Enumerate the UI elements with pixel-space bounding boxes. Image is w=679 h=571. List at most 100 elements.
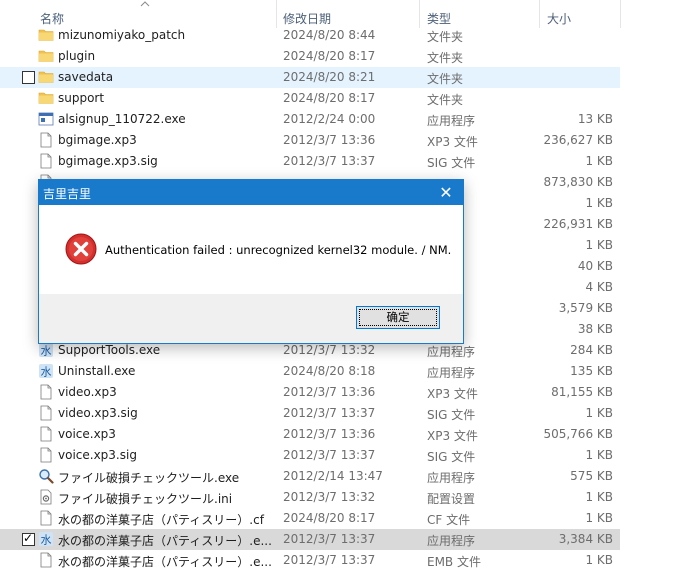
ok-button[interactable]: 确定	[356, 306, 440, 329]
file-row[interactable]: ファイル破損チェックツール.exe 2012/2/14 13:47 应用程序 575 …	[0, 466, 620, 487]
error-message: Authentication failed : unrecognized ker…	[105, 243, 452, 257]
file-size: 1 KB	[585, 238, 613, 252]
file-row[interactable]: voice.xp3 2012/3/7 13:36 XP3 文件 505,766 KB	[0, 424, 620, 445]
file-size: 1 KB	[585, 448, 613, 462]
file-icon	[38, 510, 54, 526]
file-size: 3,579 KB	[558, 301, 613, 315]
file-type: 文件夹	[427, 30, 464, 44]
file-type: CF 文件	[427, 513, 471, 527]
file-date: 2012/3/7 13:32	[283, 490, 376, 504]
file-type: 文件夹	[427, 51, 464, 65]
file-type: 应用程序	[427, 534, 476, 548]
file-row[interactable]: plugin 2024/8/20 8:17 文件夹	[0, 46, 620, 67]
file-icon	[38, 426, 54, 442]
file-type: 文件夹	[427, 93, 464, 107]
file-name: 水の都の洋菓子店（パティスリー）.e...	[58, 534, 272, 548]
file-type: XP3 文件	[427, 387, 478, 401]
file-name: plugin	[58, 49, 96, 63]
file-type: 应用程序	[427, 345, 476, 359]
folder-icon	[38, 48, 54, 64]
file-name: voice.xp3	[58, 427, 116, 441]
file-name: alsignup_110722.exe	[58, 112, 186, 126]
file-row[interactable]: savedata 2024/8/20 8:21 文件夹	[0, 67, 620, 88]
file-row[interactable]: 水の都の洋菓子店（パティスリー）.cf 2024/8/20 8:17 CF 文件 1 …	[0, 508, 620, 529]
file-icon	[38, 384, 54, 400]
file-name: SupportTools.exe	[58, 343, 161, 357]
file-type: XP3 文件	[427, 135, 478, 149]
file-row[interactable]: bgimage.xp3 2012/3/7 13:36 XP3 文件 236,627 K…	[0, 130, 620, 151]
file-row[interactable]: 水の都の洋菓子店（パティスリー）.e... 2012/3/7 13:37 EMB 文…	[0, 550, 620, 571]
file-name: Uninstall.exe	[58, 364, 136, 378]
folder-icon	[38, 69, 54, 85]
file-type: 应用程序	[427, 471, 476, 485]
file-icon	[38, 153, 54, 169]
error-icon	[65, 233, 97, 265]
file-name: bgimage.xp3.sig	[58, 154, 158, 168]
file-type: SIG 文件	[427, 450, 476, 464]
dialog-footer: 确定	[39, 294, 463, 343]
file-date: 2012/3/7 13:36	[283, 385, 376, 399]
column-header: 名称 修改日期 类型 大小	[0, 0, 679, 28]
file-row[interactable]: mizunomiyako_patch 2024/8/20 8:44 文件夹	[0, 25, 620, 46]
file-name: support	[58, 91, 105, 105]
file-date: 2012/3/7 13:32	[283, 343, 376, 357]
file-row[interactable]: bgimage.xp3.sig 2012/3/7 13:37 SIG 文件 1 KB	[0, 151, 620, 172]
file-name: 水の都の洋菓子店（パティスリー）.e...	[58, 555, 272, 569]
file-name: ファイル破損チェックツール.exe	[58, 471, 240, 485]
svg-text:水: 水	[41, 534, 52, 547]
file-date: 2012/3/7 13:37	[283, 448, 376, 462]
file-row[interactable]: support 2024/8/20 8:17 文件夹	[0, 88, 620, 109]
file-date: 2024/8/20 8:21	[283, 70, 376, 84]
row-checkbox[interactable]	[22, 531, 35, 546]
app-icon: 水	[38, 531, 54, 547]
file-type: EMB 文件	[427, 555, 481, 569]
file-row[interactable]: alsignup_110722.exe 2012/2/24 0:00 应用程序 13 …	[0, 109, 620, 130]
file-icon	[38, 132, 54, 148]
file-size: 1 KB	[585, 196, 613, 210]
file-size: 135 KB	[570, 364, 613, 378]
file-date: 2012/3/7 13:37	[283, 406, 376, 420]
svg-text:水: 水	[41, 366, 52, 379]
file-row[interactable]: video.xp3 2012/3/7 13:36 XP3 文件 81,155 KB	[0, 382, 620, 403]
file-size: 38 KB	[577, 322, 613, 336]
sort-ascending-icon	[140, 1, 150, 7]
settings-file-icon	[38, 489, 54, 505]
file-type: SIG 文件	[427, 408, 476, 422]
file-row[interactable]: 水水の都の洋菓子店（パティスリー）.e... 2012/3/7 13:37 应用程序…	[0, 529, 620, 550]
file-size: 3,384 KB	[558, 532, 613, 546]
file-size: 575 KB	[570, 469, 613, 483]
app-icon: 水	[38, 363, 54, 379]
file-icon	[38, 405, 54, 421]
close-icon[interactable]: ✕	[431, 180, 461, 205]
file-size: 284 KB	[570, 343, 613, 357]
file-row[interactable]: voice.xp3.sig 2012/3/7 13:37 SIG 文件 1 KB	[0, 445, 620, 466]
file-type: 文件夹	[427, 72, 464, 86]
file-type: 应用程序	[427, 114, 476, 128]
file-date: 2012/3/7 13:37	[283, 553, 376, 567]
file-date: 2024/8/20 8:17	[283, 511, 376, 525]
folder-icon	[38, 90, 54, 106]
file-size: 226,931 KB	[543, 217, 613, 231]
file-name: savedata	[58, 70, 114, 84]
file-date: 2024/8/20 8:44	[283, 28, 376, 42]
file-size: 873,830 KB	[543, 175, 613, 189]
file-date: 2012/3/7 13:37	[283, 154, 376, 168]
folder-icon	[38, 27, 54, 43]
file-date: 2012/3/7 13:37	[283, 532, 376, 546]
file-type: XP3 文件	[427, 429, 478, 443]
error-dialog: 吉里吉里 ✕ Authentication failed : unrecogni…	[38, 179, 464, 344]
row-checkbox[interactable]	[22, 71, 35, 84]
file-type: 应用程序	[427, 366, 476, 380]
file-date: 2012/2/14 13:47	[283, 469, 383, 483]
file-size: 13 KB	[577, 112, 613, 126]
file-row[interactable]: ファイル破損チェックツール.ini 2012/3/7 13:32 配置设置 1 KB	[0, 487, 620, 508]
file-size: 505,766 KB	[543, 427, 613, 441]
file-row[interactable]: video.xp3.sig 2012/3/7 13:37 SIG 文件 1 KB	[0, 403, 620, 424]
file-row[interactable]: 水 Uninstall.exe 2024/8/20 8:18 应用程序 135 KB	[0, 361, 620, 382]
file-date: 2012/3/7 13:36	[283, 133, 376, 147]
file-name: ファイル破損チェックツール.ini	[58, 492, 233, 506]
file-date: 2012/2/24 0:00	[283, 112, 376, 126]
file-size: 81,155 KB	[551, 385, 613, 399]
dialog-titlebar[interactable]: 吉里吉里 ✕	[39, 180, 463, 205]
file-name: mizunomiyako_patch	[58, 28, 186, 42]
